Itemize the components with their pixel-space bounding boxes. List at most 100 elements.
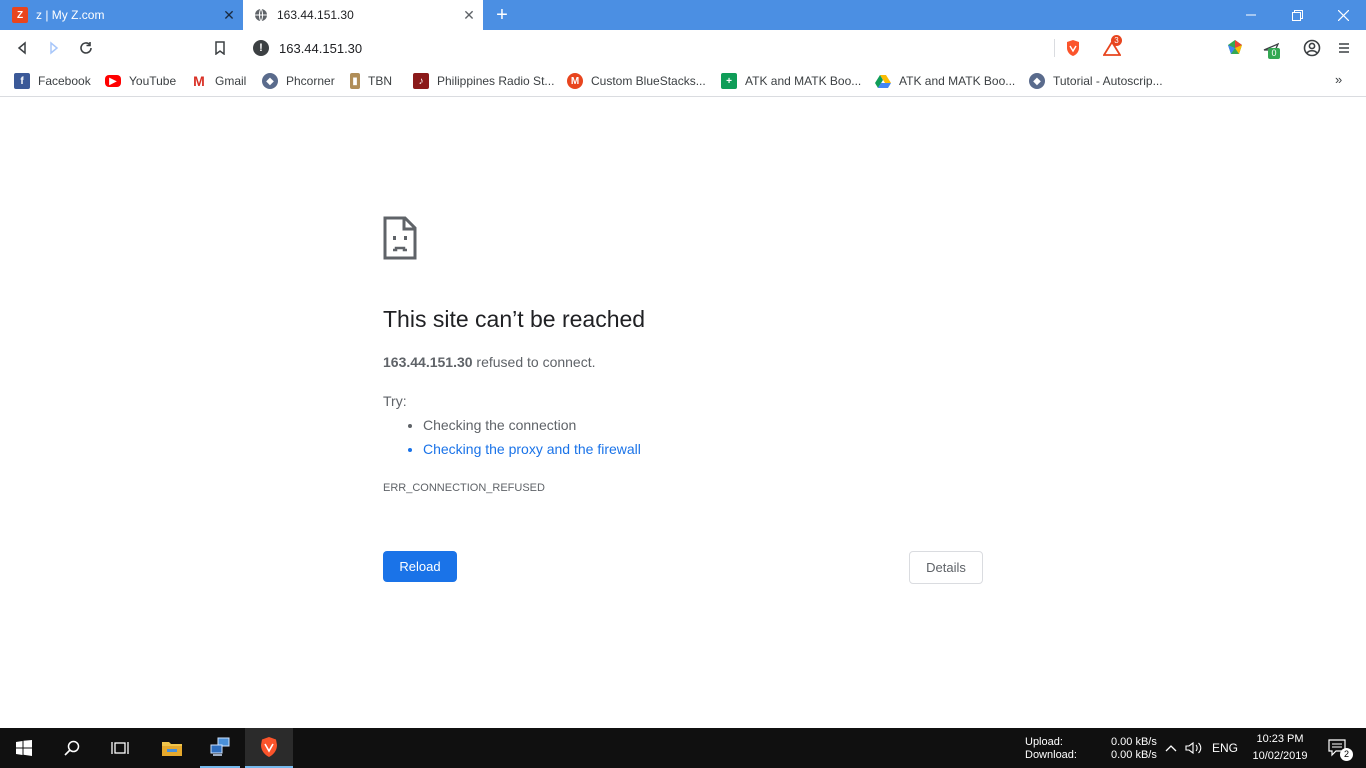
close-tab-icon[interactable]: ✕ <box>461 7 477 23</box>
notification-count-badge: 2 <box>1340 748 1353 761</box>
rewards-badge: 3 <box>1111 35 1122 46</box>
reload-toolbar-button[interactable] <box>76 38 96 58</box>
brave-rewards-button[interactable]: 3 <box>1098 35 1126 58</box>
address-bar[interactable]: ! 163.44.151.30 <box>243 35 1123 61</box>
brave-lion-icon <box>261 737 277 757</box>
bookmark-item[interactable]: ◆ Tutorial - Autoscrip... <box>1029 72 1163 90</box>
menu-button[interactable] <box>1334 38 1354 58</box>
bluestacks-icon: M <box>567 73 583 89</box>
toolbar-separator <box>1054 39 1055 57</box>
clock-date[interactable]: 10/02/2019 <box>1248 750 1312 763</box>
error-host: 163.44.151.30 <box>383 354 473 370</box>
bookmarks-bar: f Facebook ▶ YouTube M Gmail ◆ Phcorner … <box>0 65 1366 97</box>
tab-strip: Z z | My Z.com ✕ 163.44.151.30 ✕ + <box>0 0 1366 30</box>
tbn-icon: ▮ <box>350 73 360 89</box>
bookmark-label: Tutorial - Autoscrip... <box>1053 74 1163 88</box>
suggestion-list: Checking the connection Checking the pro… <box>405 416 641 464</box>
close-tab-icon[interactable]: ✕ <box>221 7 237 23</box>
bookmark-label: ATK and MATK Boo... <box>899 74 1016 88</box>
extension-badge: 0 <box>1268 48 1280 59</box>
bookmark-label: ATK and MATK Boo... <box>745 74 862 88</box>
site-info-icon[interactable]: ! <box>253 40 269 56</box>
start-button[interactable] <box>0 728 48 768</box>
youtube-icon: ▶ <box>105 75 121 87</box>
profile-button[interactable] <box>1302 38 1322 58</box>
close-window-button[interactable] <box>1320 0 1366 30</box>
minimize-button[interactable] <box>1228 0 1274 30</box>
input-language[interactable]: ENG <box>1212 742 1238 755</box>
computer-network-icon <box>210 737 230 756</box>
clock-time[interactable]: 10:23 PM <box>1252 733 1308 746</box>
radio-icon: ♪ <box>413 73 429 89</box>
error-desc-suffix: refused to connect. <box>472 354 596 370</box>
bookmark-item[interactable]: ▶ YouTube <box>105 72 176 90</box>
minimize-icon <box>1246 14 1256 16</box>
bookmark-button[interactable] <box>210 38 230 58</box>
sad-page-icon <box>383 216 417 260</box>
tab-z-com[interactable]: Z z | My Z.com ✕ <box>0 0 243 30</box>
bookmark-label: Philippines Radio St... <box>437 74 555 88</box>
hamburger-menu-icon <box>1339 43 1349 53</box>
bookmark-item[interactable]: ◆ Phcorner <box>262 72 335 90</box>
bookmark-item[interactable]: M Gmail <box>191 72 246 90</box>
sheets-icon: + <box>721 73 737 89</box>
volume-button[interactable] <box>1183 728 1205 768</box>
search-icon <box>64 740 80 756</box>
bookmarks-overflow-icon[interactable]: » <box>1335 72 1342 87</box>
net-upload-label: Upload: <box>1025 736 1063 748</box>
brave-shield-icon <box>1067 40 1079 56</box>
brave-browser-taskbar-button[interactable] <box>245 728 293 768</box>
bookmark-item[interactable]: M Custom BlueStacks... <box>567 72 706 90</box>
back-button[interactable] <box>12 38 32 58</box>
chevron-up-icon <box>1165 745 1177 752</box>
file-explorer-button[interactable] <box>148 728 196 768</box>
bookmark-item[interactable]: f Facebook <box>14 72 91 90</box>
bookmark-item[interactable]: ♪ Philippines Radio St... <box>413 72 554 90</box>
net-upload-value: 0.00 kB/s <box>1111 736 1157 748</box>
search-button[interactable] <box>48 728 96 768</box>
new-tab-button[interactable]: + <box>490 3 514 27</box>
details-button[interactable]: Details <box>909 551 983 584</box>
net-download-label: Download: <box>1025 749 1077 761</box>
bookmark-item[interactable]: ATK and MATK Boo... <box>875 72 1015 90</box>
page-content: This site can’t be reached 163.44.151.30… <box>0 98 1366 728</box>
phcorner-icon: ◆ <box>1029 73 1045 89</box>
extension-badge-button[interactable]: 0 <box>1259 38 1283 59</box>
bookmark-item[interactable]: + ATK and MATK Boo... <box>721 72 861 90</box>
try-label: Try: <box>383 393 407 409</box>
close-icon <box>1337 9 1349 21</box>
restore-icon <box>1291 9 1303 21</box>
net-download-value: 0.00 kB/s <box>1111 749 1157 761</box>
suggestion-proxy-firewall-link[interactable]: Checking the proxy and the firewall <box>423 440 641 464</box>
url-text[interactable]: 163.44.151.30 <box>279 41 362 56</box>
gmail-icon: M <box>193 73 205 89</box>
bookmark-item[interactable]: ▮ TBN <box>350 72 392 90</box>
brave-shields-button[interactable] <box>1063 38 1083 58</box>
bookmark-label: Phcorner <box>286 74 335 88</box>
reload-icon <box>80 42 92 54</box>
back-icon <box>17 41 26 55</box>
action-center-button[interactable]: 2 <box>1318 728 1358 768</box>
extension-colorful-button[interactable] <box>1225 38 1245 58</box>
reload-button[interactable]: Reload <box>383 551 457 582</box>
speaker-icon <box>1185 741 1202 755</box>
bookmark-icon <box>215 41 225 55</box>
forward-button[interactable] <box>44 38 64 58</box>
task-view-button[interactable] <box>96 728 144 768</box>
windows-logo-icon <box>16 740 32 756</box>
bookmark-label: YouTube <box>129 74 177 88</box>
bookmark-label: Custom BlueStacks... <box>591 74 706 88</box>
error-code: ERR_CONNECTION_REFUSED <box>383 482 545 494</box>
windows-taskbar: Upload: Download: 0.00 kB/s 0.00 kB/s EN… <box>0 728 1366 768</box>
error-description: 163.44.151.30 refused to connect. <box>383 354 596 370</box>
tab-active-ip[interactable]: 163.44.151.30 ✕ <box>243 0 483 30</box>
network-app-button[interactable] <box>200 728 240 768</box>
task-view-icon <box>111 742 129 754</box>
restore-button[interactable] <box>1274 0 1320 30</box>
show-hidden-icons-button[interactable] <box>1162 728 1180 768</box>
bookmark-label: TBN <box>368 74 392 88</box>
bookmark-label: Gmail <box>215 74 247 88</box>
profile-icon <box>1303 39 1321 57</box>
folder-icon <box>162 742 182 756</box>
phcorner-icon: ◆ <box>262 73 278 89</box>
